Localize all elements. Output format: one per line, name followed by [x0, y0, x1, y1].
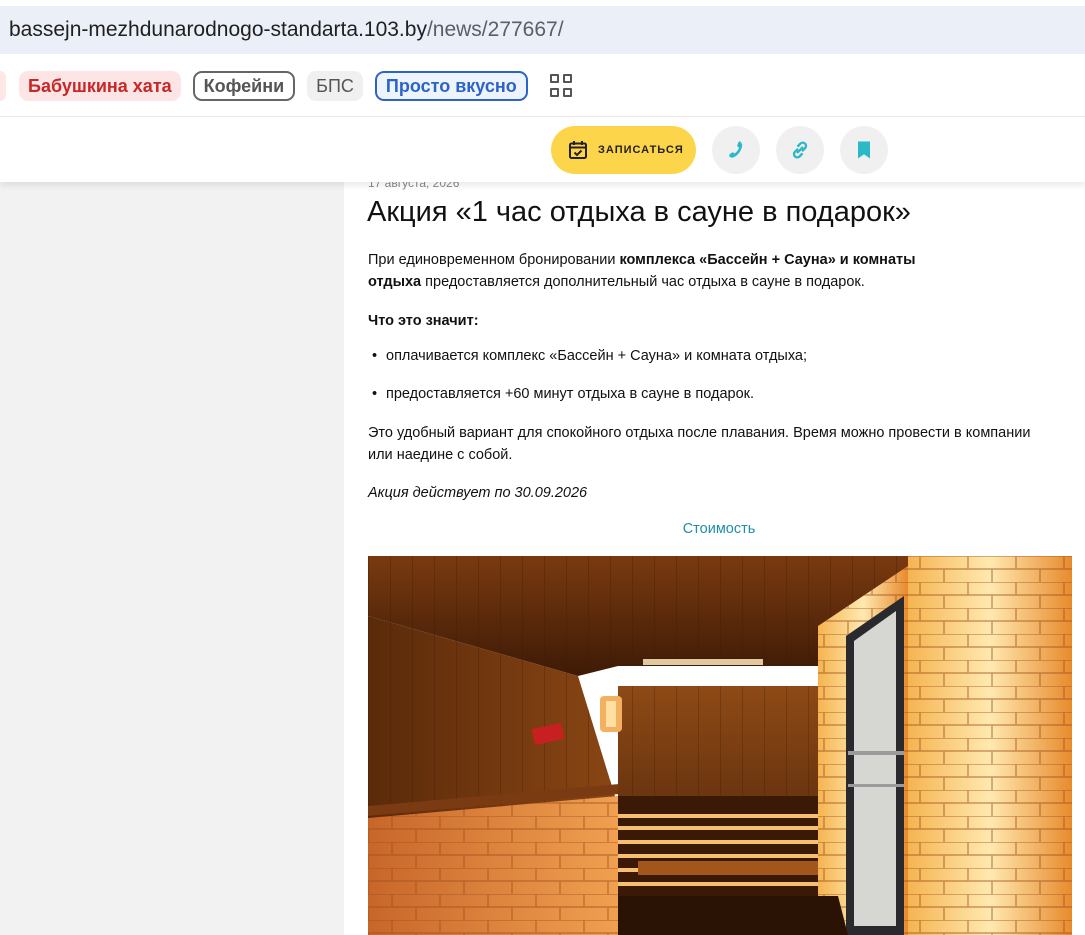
left-side-pane: [0, 182, 344, 935]
body-line-1: Это удобный вариант для спокойного отдых…: [368, 425, 1031, 441]
valid-until-note: Акция действует по 30.09.2026: [368, 485, 588, 501]
address-bar[interactable]: bassejn-mezhdunarodnogo-standarta.103.by…: [0, 6, 1085, 54]
sauna-photo: [368, 556, 1072, 935]
list-item-text: предоставляется +60 минут отдыха в сауне…: [386, 386, 755, 402]
intro-paragraph: При единовременном бронировании комплекс…: [368, 249, 916, 293]
bookmark-button[interactable]: [840, 126, 888, 174]
intro-bold-2: отдыха: [368, 274, 422, 290]
intro-text-end: предоставляется дополнительный час отдых…: [421, 274, 865, 290]
tag-babushkina-hata[interactable]: Бабушкина хата: [19, 71, 181, 101]
body-paragraph: Это удобный вариант для спокойного отдых…: [368, 422, 1030, 466]
article-content: 17 августа, 2026 Акция «1 час отдыха в с…: [344, 182, 1085, 935]
url-path: /news/277667/: [426, 18, 564, 41]
list-item: • предоставляется +60 минут отдыха в саун…: [372, 386, 755, 402]
phone-icon: [729, 141, 743, 158]
link-icon: [792, 141, 808, 159]
tag-bps[interactable]: БПС: [307, 71, 363, 101]
article-title: Акция «1 час отдыха в сауне в подарок»: [367, 196, 911, 228]
tag-truncated[interactable]: [0, 71, 6, 101]
price-link[interactable]: Стоимость: [344, 521, 1085, 537]
book-button-label: ЗАПИСАТЬСЯ: [598, 144, 684, 156]
bookmark-icon: [858, 141, 870, 159]
category-tags-bar: Бабушкина хата Кофейни БПС Просто вкусно: [0, 56, 1085, 116]
tag-prosto-vkusno[interactable]: Просто вкусно: [374, 71, 528, 101]
action-bar: ЗАПИСАТЬСЯ: [0, 116, 1085, 182]
calendar-check-icon: [569, 141, 587, 159]
book-button[interactable]: ЗАПИСАТЬСЯ: [551, 126, 696, 174]
phone-button[interactable]: [712, 126, 760, 174]
grid-menu-icon[interactable]: [549, 74, 574, 98]
article-date: 17 августа, 2026: [368, 182, 460, 190]
tag-kofeyni[interactable]: Кофейни: [192, 71, 296, 101]
intro-text-start: При единовременном бронировании: [368, 252, 620, 268]
list-item: • оплачивается комплекс «Бассейн + Сауна»…: [372, 348, 808, 364]
sauna-photo-image: [368, 556, 1072, 935]
intro-bold-1: комплекса «Бассейн + Сауна» и комнаты: [619, 252, 916, 268]
share-link-button[interactable]: [776, 126, 824, 174]
body-line-2: или наедине с собой.: [368, 447, 513, 463]
what-it-means-heading: Что это значит:: [368, 313, 479, 329]
url-host: bassejn-mezhdunarodnogo-standarta.103.by: [9, 18, 427, 41]
list-item-text: оплачивается комплекс «Бассейн + Сауна» …: [386, 348, 808, 364]
